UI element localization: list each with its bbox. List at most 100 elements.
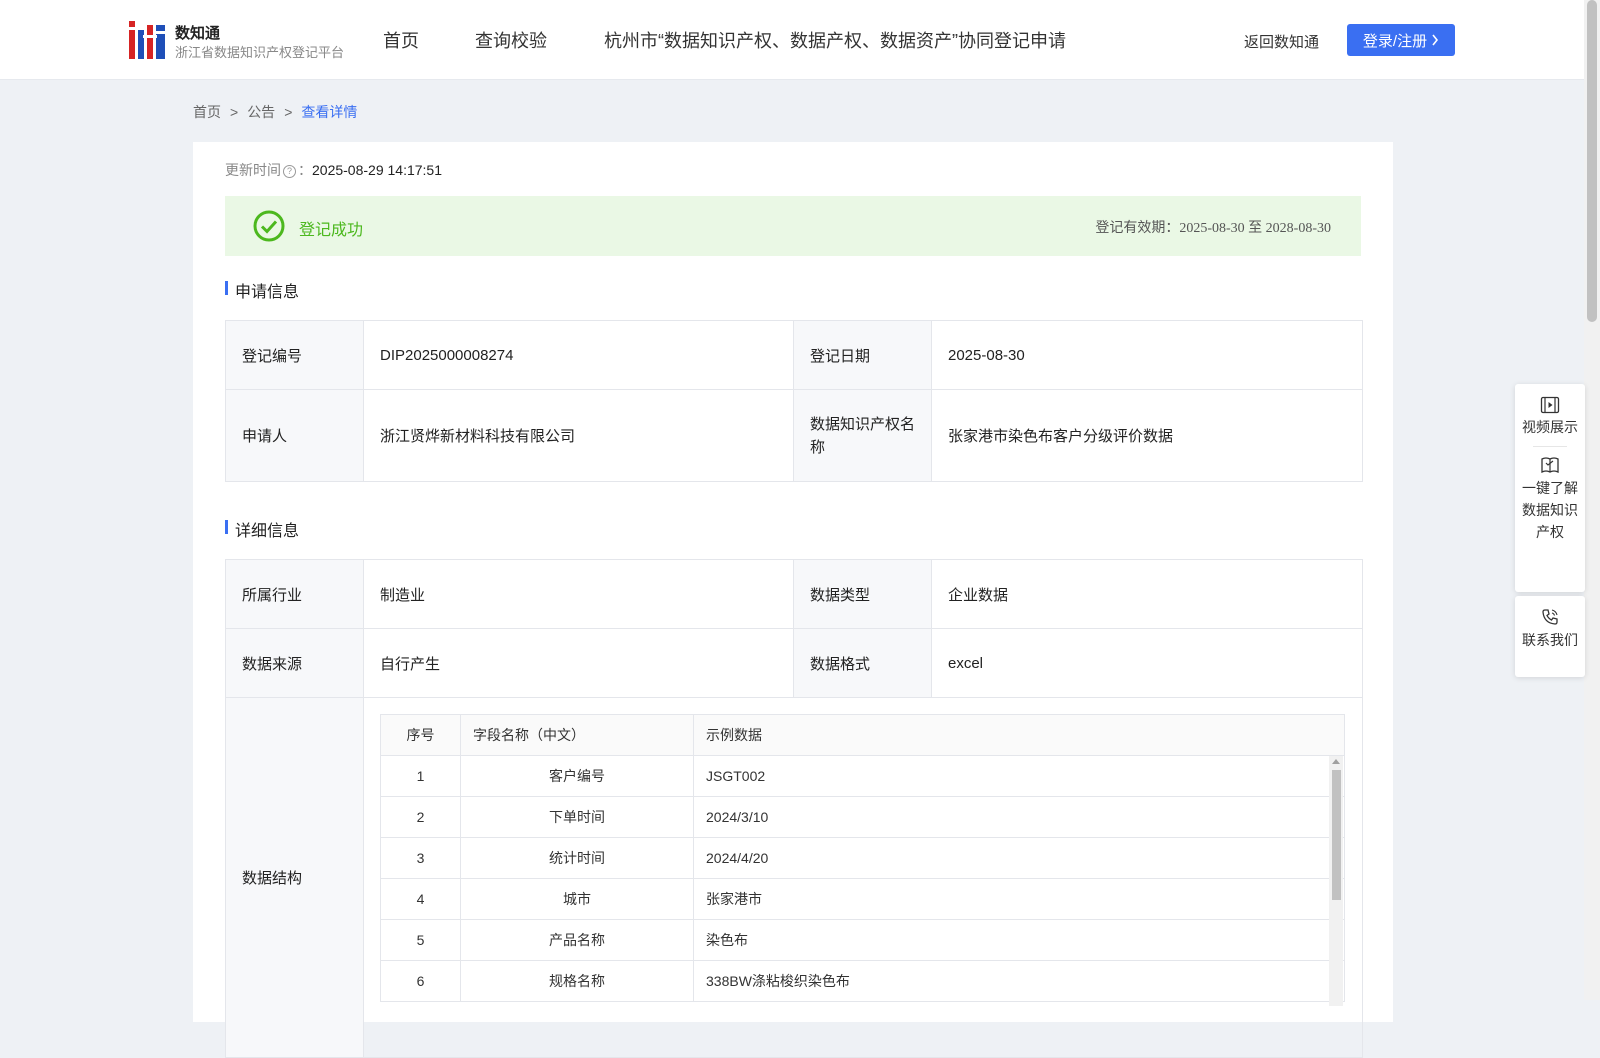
applicant-label: 申请人 bbox=[225, 389, 364, 482]
data-format-label: 数据格式 bbox=[793, 628, 932, 698]
row-field-name: 产品名称 bbox=[460, 919, 694, 961]
learn-data-ip-button[interactable]: 一键了解 数据知识 产权 bbox=[1515, 455, 1585, 543]
breadcrumb-announcement[interactable]: 公告 bbox=[247, 104, 275, 120]
data-structure-table-wrapper: 序号 字段名称（中文） 示例数据 1 客户编号 JSGT002 2 下单时间 2… bbox=[380, 714, 1345, 1002]
learn-line-1: 一键了解 bbox=[1522, 480, 1578, 496]
validity-start: 2025-08-30 bbox=[1179, 221, 1245, 236]
check-circle-icon bbox=[253, 210, 285, 242]
nav-home[interactable]: 首页 bbox=[383, 27, 419, 53]
column-header-index: 序号 bbox=[380, 714, 461, 756]
reg-date-label: 登记日期 bbox=[793, 320, 932, 390]
video-showcase-label: 视频展示 bbox=[1522, 419, 1578, 435]
validity-label: 登记有效期： bbox=[1095, 221, 1180, 236]
video-icon bbox=[1540, 396, 1560, 414]
data-source-label: 数据来源 bbox=[225, 628, 364, 698]
row-field-name: 统计时间 bbox=[460, 837, 694, 879]
table-row: 2 下单时间 2024/3/10 bbox=[380, 796, 1345, 838]
row-index: 1 bbox=[380, 755, 461, 797]
phone-icon bbox=[1542, 609, 1558, 625]
row-example: 338BW涤粘梭织染色布 bbox=[693, 960, 1345, 1002]
row-field-name: 城市 bbox=[460, 878, 694, 920]
data-structure-label: 数据结构 bbox=[225, 697, 364, 1058]
column-header-field-name: 字段名称（中文） bbox=[460, 714, 694, 756]
reg-no-value: DIP2025000008274 bbox=[363, 320, 794, 390]
ip-name-label: 数据知识产权名称 bbox=[793, 389, 932, 482]
brand-subtitle: 浙江省数据知识产权登记平台 bbox=[175, 45, 345, 60]
page-scrollbar-thumb[interactable] bbox=[1587, 0, 1597, 322]
floating-help-panel: 视频展示 一键了解 数据知识 产权 bbox=[1515, 384, 1585, 592]
row-field-name: 客户编号 bbox=[460, 755, 694, 797]
breadcrumb-home[interactable]: 首页 bbox=[193, 104, 221, 120]
login-register-label: 登录/注册 bbox=[1362, 32, 1428, 50]
table-row: 1 客户编号 JSGT002 bbox=[380, 755, 1345, 797]
nav-hangzhou-registration[interactable]: 杭州市“数据知识产权、数据产权、数据资产”协同登记申请 bbox=[604, 27, 1066, 53]
data-type-value: 企业数据 bbox=[931, 559, 1363, 629]
row-field-name: 规格名称 bbox=[460, 960, 694, 1002]
table-row: 申请人 浙江贤烨新材料科技有限公司 数据知识产权名称 张家港市染色布客户分级评价… bbox=[225, 389, 1363, 482]
floating-contact-panel: 联系我们 bbox=[1515, 596, 1585, 677]
breadcrumb-current: 查看详情 bbox=[301, 104, 358, 120]
scroll-up-arrow-icon[interactable] bbox=[1332, 759, 1340, 764]
breadcrumb-separator: > bbox=[230, 104, 239, 120]
data-type-label: 数据类型 bbox=[793, 559, 932, 629]
section-title-application: 申请信息 bbox=[225, 278, 299, 302]
update-time-colon: ： bbox=[298, 162, 312, 178]
update-time-label: 更新时间 bbox=[225, 162, 281, 178]
update-time-row: 更新时间? ：2025-08-29 14:17:51 bbox=[225, 160, 442, 180]
table-row: 4 城市 张家港市 bbox=[380, 878, 1345, 920]
table-row: 5 产品名称 染色布 bbox=[380, 919, 1345, 961]
brand-logo[interactable] bbox=[129, 21, 165, 59]
login-register-button[interactable]: 登录/注册 bbox=[1347, 24, 1455, 56]
divider bbox=[1533, 446, 1567, 447]
nav-query-verify[interactable]: 查询校验 bbox=[475, 27, 547, 53]
validity-period: 登记有效期：2025-08-30 至 2028-08-30 bbox=[1095, 217, 1331, 237]
data-structure-table: 序号 字段名称（中文） 示例数据 1 客户编号 JSGT002 2 下单时间 2… bbox=[380, 714, 1345, 1002]
table-row: 数据来源 自行产生 数据格式 excel bbox=[225, 628, 1363, 698]
table-row: 6 规格名称 338BW涤粘梭织染色布 bbox=[380, 960, 1345, 1002]
update-time-value: 2025-08-29 14:17:51 bbox=[312, 162, 442, 178]
row-example: 2024/4/20 bbox=[693, 837, 1345, 879]
row-index: 4 bbox=[380, 878, 461, 920]
brand-title: 数知通 bbox=[175, 25, 221, 42]
breadcrumb-separator: > bbox=[284, 104, 293, 120]
breadcrumb: 首页 > 公告 > 查看详情 bbox=[193, 102, 357, 122]
row-index: 5 bbox=[380, 919, 461, 961]
data-source-value: 自行产生 bbox=[363, 628, 794, 698]
contact-us-button[interactable]: 联系我们 bbox=[1515, 607, 1585, 651]
applicant-value: 浙江贤烨新材料科技有限公司 bbox=[363, 389, 794, 482]
row-example: 张家港市 bbox=[693, 878, 1345, 920]
chevron-right-icon bbox=[1432, 34, 1439, 46]
status-text: 登记成功 bbox=[299, 222, 364, 239]
application-info-table: 登记编号 DIP2025000008274 登记日期 2025-08-30 申请… bbox=[225, 320, 1363, 482]
industry-value: 制造业 bbox=[363, 559, 794, 629]
registration-status-banner: 登记成功 登记有效期：2025-08-30 至 2028-08-30 bbox=[225, 196, 1361, 256]
table-row: 登记编号 DIP2025000008274 登记日期 2025-08-30 bbox=[225, 320, 1363, 390]
book-icon bbox=[1541, 457, 1559, 474]
video-showcase-button[interactable]: 视频展示 bbox=[1515, 396, 1585, 438]
row-field-name: 下单时间 bbox=[460, 796, 694, 838]
contact-us-label: 联系我们 bbox=[1522, 632, 1578, 648]
table-row: 所属行业 制造业 数据类型 企业数据 bbox=[225, 559, 1363, 629]
row-index: 2 bbox=[380, 796, 461, 838]
data-format-value: excel bbox=[931, 628, 1363, 698]
table-header-row: 序号 字段名称（中文） 示例数据 bbox=[380, 714, 1345, 756]
table-row: 3 统计时间 2024/4/20 bbox=[380, 837, 1345, 879]
row-index: 6 bbox=[380, 960, 461, 1002]
row-example: 染色布 bbox=[693, 919, 1345, 961]
ip-name-value: 张家港市染色布客户分级评价数据 bbox=[931, 389, 1363, 482]
row-example: JSGT002 bbox=[693, 755, 1345, 797]
section-title-detail: 详细信息 bbox=[225, 517, 299, 541]
reg-no-label: 登记编号 bbox=[225, 320, 364, 390]
learn-line-3: 产权 bbox=[1536, 524, 1564, 540]
row-example: 2024/3/10 bbox=[693, 796, 1345, 838]
top-navigation-bar: 数知通 浙江省数据知识产权登记平台 首页 查询校验 杭州市“数据知识产权、数据产… bbox=[0, 0, 1584, 80]
validity-end: 2028-08-30 bbox=[1265, 221, 1331, 236]
back-to-shuzhitong-link[interactable]: 返回数知通 bbox=[1244, 31, 1319, 52]
reg-date-value: 2025-08-30 bbox=[931, 320, 1363, 390]
row-index: 3 bbox=[380, 837, 461, 879]
industry-label: 所属行业 bbox=[225, 559, 364, 629]
structure-table-scrollbar-thumb[interactable] bbox=[1332, 770, 1341, 900]
column-header-example: 示例数据 bbox=[693, 714, 1345, 756]
question-icon[interactable]: ? bbox=[283, 165, 296, 178]
learn-line-2: 数据知识 bbox=[1522, 502, 1578, 518]
